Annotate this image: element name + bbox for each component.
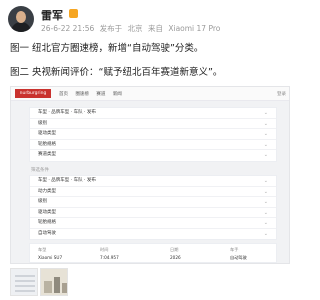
shot-table-cell: 7:04.957	[100, 255, 119, 260]
post-header: 雷军 26-6-22 21:56 发布于 北京 来自 Xiaomi 17 Pro	[8, 4, 292, 38]
shot-nav-item: 赛道	[96, 92, 106, 97]
shot-filter-row: 自动驾驶 ⌄	[30, 229, 276, 240]
shot-filter-row: 轮胎规格 ⌄	[30, 140, 276, 150]
chevron-down-icon: ⌄	[263, 188, 268, 195]
shot-filter-row: 车型 · 品牌车型 · 车队 · 发布 ⌄	[30, 176, 276, 187]
shot-nav-item: 新闻	[112, 92, 122, 97]
chevron-down-icon: ⌄	[263, 120, 268, 127]
shot-topbar: nurburgring 首页 圈速榜 赛道 新闻 登录	[11, 87, 289, 101]
shot-filter-row: 车型 · 品牌车型 · 车队 · 发布 ⌄	[30, 108, 276, 119]
source-prefix: 发布于	[99, 24, 123, 33]
avatar[interactable]	[8, 6, 34, 32]
shot-logo: nurburgring	[15, 89, 51, 98]
post-text-line-1: 图一 纽北官方圈速榜，新增“自动驾驶”分类。	[10, 43, 204, 54]
shot-filter-panel-1: 车型 · 品牌车型 · 车队 · 发布 ⌄ 级别 ⌄ 驱动类型 ⌄ 轮胎规格 ⌄ 赛道类…	[29, 107, 277, 162]
verified-badge-icon	[69, 9, 78, 18]
shot-login: 登录	[277, 92, 286, 97]
shot-nav-item: 首页	[59, 92, 68, 97]
device-prefix: 来自	[147, 24, 163, 33]
shot-section-label: 筛选条件	[31, 168, 49, 173]
shot-filter-panel-2: 车型 · 品牌车型 · 车队 · 发布 ⌄ 动力类型 ⌄ 级别 ⌄ 驱动类型 ⌄ 轮胎规…	[29, 175, 277, 240]
shot-filter-row: 赛道类型 ⌄	[30, 150, 276, 161]
shot-nav-item: 圈速榜	[75, 92, 89, 97]
shot-top-nav: 首页 圈速榜 赛道 新闻	[59, 91, 128, 97]
shot-filter-row: 驱动类型 ⌄	[30, 129, 276, 140]
shot-table-cell: 自动驾驶	[230, 255, 247, 260]
shot-table-header: 时间	[100, 247, 109, 252]
shot-table-header: 车手	[230, 247, 239, 252]
shot-table-header: 日期	[170, 247, 179, 252]
shot-filter-row: 级别 ⌄	[30, 119, 276, 129]
shot-table-cell: Xiaomi SU7	[38, 255, 63, 260]
thumb-shape	[44, 281, 52, 293]
shot-filter-row: 轮胎规格 ⌄	[30, 218, 276, 229]
post-meta: 26-6-22 21:56 发布于 北京 来自 Xiaomi 17 Pro	[41, 23, 223, 34]
post-date: 26-6-22 21:56	[41, 24, 95, 33]
username[interactable]: 雷军	[41, 7, 63, 23]
post-text-line-2: 图二 央视新闻评价：“赋予纽北百年赛道新意义”。	[10, 67, 223, 78]
shot-filter-row: 驱动类型 ⌄	[30, 208, 276, 218]
image-thumbnail-1[interactable]	[10, 268, 38, 296]
chevron-down-icon: ⌄	[263, 110, 268, 116]
post-location: 北京	[127, 24, 143, 33]
chevron-down-icon: ⌄	[263, 199, 268, 205]
chevron-down-icon: ⌄	[263, 178, 268, 184]
post-image[interactable]: nurburgring 首页 圈速榜 赛道 新闻 登录 车型 · 品牌车型 · …	[10, 86, 290, 264]
shot-results-table: 车型 时间 日期 车手 Xiaomi SU7 7:04.957 2026 自动驾…	[29, 243, 277, 263]
image-thumbnail-2[interactable]	[40, 268, 68, 296]
thumb-shape	[54, 277, 60, 293]
shot-filter-row: 动力类型 ⌄	[30, 187, 276, 197]
chevron-down-icon: ⌄	[263, 220, 268, 226]
shot-table-header: 车型	[38, 247, 47, 252]
thumb-line	[15, 280, 35, 282]
avatar-shirt	[11, 22, 31, 32]
post-device: Xiaomi 17 Pro	[168, 24, 221, 33]
chevron-down-icon: ⌄	[263, 131, 268, 137]
chevron-down-icon: ⌄	[263, 209, 268, 216]
avatar-face	[16, 11, 26, 23]
shot-table-cell: 2026	[170, 255, 181, 260]
thumb-line	[15, 290, 35, 292]
thumb-line	[15, 285, 35, 287]
thumb-shape	[62, 283, 67, 293]
chevron-down-icon: ⌄	[263, 230, 268, 237]
chevron-down-icon: ⌄	[263, 152, 268, 158]
chevron-down-icon: ⌄	[263, 141, 268, 148]
shot-filter-row: 级别 ⌄	[30, 197, 276, 208]
thumb-line	[15, 275, 35, 277]
